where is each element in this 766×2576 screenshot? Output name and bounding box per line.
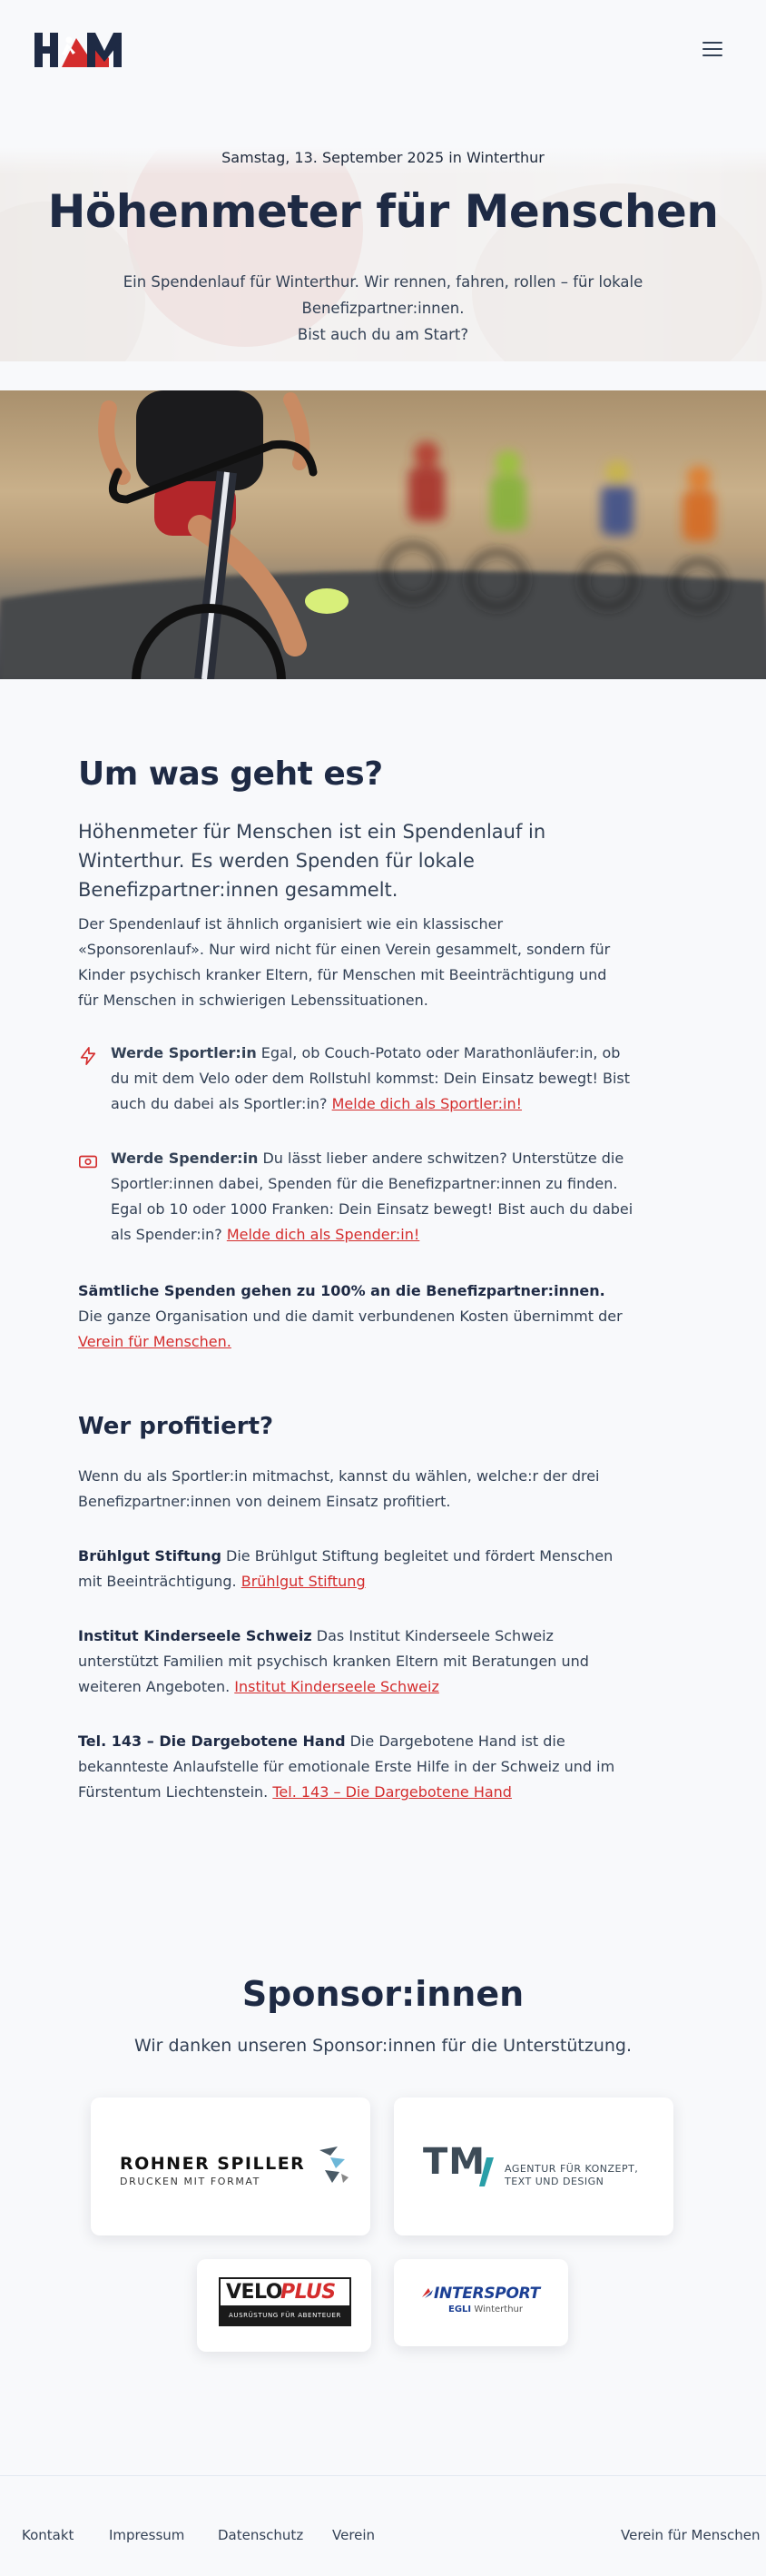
cyclists-illustration <box>0 390 766 679</box>
sponsor-card-intersport[interactable]: INTERSPORT EGLI Winterthur <box>394 2259 568 2346</box>
lightning-icon <box>80 1047 96 1065</box>
register-donor-link[interactable]: Melde dich als Spender:in! <box>227 1226 419 1243</box>
beneficiary-link-kinderseele[interactable]: Institut Kinderseele Schweiz <box>234 1678 439 1695</box>
sponsor-rohner-name: ROHNER SPILLER <box>120 2154 306 2174</box>
beneficiary-item: Institut Kinderseele Schweiz Das Institu… <box>78 1624 626 1700</box>
site-logo[interactable] <box>34 31 122 69</box>
feature-athlete: Werde Sportler:in Egal, ob Couch-Potato … <box>78 1041 630 1122</box>
beneficiary-name: Tel. 143 – Die Dargebotene Hand <box>78 1732 346 1750</box>
intersport-store: EGLI Winterthur <box>448 2305 523 2314</box>
veloplus-plus: PLUS <box>280 2281 336 2304</box>
register-athlete-link[interactable]: Melde dich als Sportler:in! <box>332 1095 522 1112</box>
page-title: Höhenmeter für Menschen <box>47 185 719 238</box>
sponsor-tm-line1: AGENTUR FÜR KONZEPT, <box>505 2163 639 2175</box>
beneficiary-link-143[interactable]: Tel. 143 – Die Dargebotene Hand <box>272 1783 512 1801</box>
about-body: Der Spendenlauf ist ähnlich organisiert … <box>78 915 611 1009</box>
about-lead: Höhenmeter für Menschen ist ein Spendenl… <box>78 821 546 901</box>
beneficiary-name: Institut Kinderseele Schweiz <box>78 1627 312 1644</box>
section-heading-about: Um was geht es? <box>78 755 383 793</box>
veloplus-logo: VELO PLUS AUSRÜSTUNG FÜR ABENTEUER <box>219 2277 351 2326</box>
site-header <box>0 0 766 100</box>
hero-subtitle-line1: Ein Spendenlauf für Winterthur. Wir renn… <box>123 273 643 317</box>
sponsor-tm-tagline: AGENTUR FÜR KONZEPT, TEXT UND DESIGN <box>505 2163 638 2188</box>
donation-note: Sämtliche Spenden gehen zu 100% an die B… <box>78 1278 626 1355</box>
footer-link-verein-fuer-menschen[interactable]: Verein für Menschen <box>621 2527 761 2543</box>
intersport-arrow-icon <box>422 2288 433 2298</box>
veloplus-wordmark: VELO PLUS <box>219 2277 351 2307</box>
feature-donor-title: Werde Spender:in <box>111 1150 259 1167</box>
rohner-spiller-logo-icon <box>319 2147 349 2183</box>
tm-slash-icon <box>479 2157 494 2186</box>
sponsor-card-tm[interactable]: TM AGENTUR FÜR KONZEPT, TEXT UND DESIGN <box>394 2097 673 2235</box>
footer-link-kontakt[interactable]: Kontakt <box>22 2527 74 2543</box>
beneficiary-item: Brühlgut Stiftung Die Brühlgut Stiftung … <box>78 1544 626 1594</box>
sponsors-subtitle: Wir danken unseren Sponsor:innen für die… <box>133 2036 633 2056</box>
hamburger-menu-icon[interactable] <box>702 42 722 58</box>
donation-note-text: Die ganze Organisation und die damit ver… <box>78 1308 623 1325</box>
hero-subtitle: Ein Spendenlauf für Winterthur. Wir renn… <box>54 269 712 348</box>
intersport-store-bold: EGLI <box>448 2305 472 2314</box>
footer-link-verein[interactable]: Verein <box>332 2527 375 2543</box>
intersport-name: INTERSPORT <box>434 2285 540 2303</box>
association-link[interactable]: Verein für Menschen. <box>78 1333 231 1350</box>
donation-note-bold: Sämtliche Spenden gehen zu 100% an die B… <box>78 1282 605 1299</box>
cyclists-photo <box>0 390 766 679</box>
intersport-store-city: Winterthur <box>474 2305 524 2314</box>
sponsor-card-rohner-spiller[interactable]: ROHNER SPILLER DRUCKEN MIT FORMAT <box>91 2097 370 2235</box>
feature-athlete-title: Werde Sportler:in <box>111 1044 257 1061</box>
event-date: Samstag, 13. September 2025 in Winterthu… <box>221 149 545 166</box>
beneficiary-item: Tel. 143 – Die Dargebotene Hand Die Darg… <box>78 1729 626 1805</box>
sponsor-tm-line2: TEXT UND DESIGN <box>505 2176 604 2187</box>
footer-link-impressum[interactable]: Impressum <box>109 2527 184 2543</box>
banknote-icon <box>79 1155 97 1169</box>
beneficiary-link-bruehlgut[interactable]: Brühlgut Stiftung <box>241 1573 366 1590</box>
veloplus-velo: VELO <box>226 2281 283 2304</box>
site-footer: Kontakt Impressum Datenschutz Verein Ver… <box>0 2475 766 2576</box>
footer-link-datenschutz[interactable]: Datenschutz <box>218 2527 303 2543</box>
section-heading-beneficiaries: Wer profitiert? <box>78 1413 274 1440</box>
veloplus-tagline: AUSRÜSTUNG FÜR ABENTEUER <box>228 2312 342 2319</box>
feature-athlete-text: Werde Sportler:in Egal, ob Couch-Potato … <box>111 1041 637 1117</box>
feature-donor: Werde Spender:in Du lässt lieber andere … <box>78 1146 633 1251</box>
sponsor-rohner-tagline: DRUCKEN MIT FORMAT <box>120 2176 260 2187</box>
feature-donor-text: Werde Spender:in Du lässt lieber andere … <box>111 1146 637 1248</box>
beneficiaries-intro: Wenn du als Sportler:in mitmachst, kanns… <box>78 1467 600 1510</box>
beneficiary-name: Brühlgut Stiftung <box>78 1547 221 1564</box>
sponsor-tm-mark: TM <box>423 2141 486 2183</box>
sponsor-card-veloplus[interactable]: VELO PLUS AUSRÜSTUNG FÜR ABENTEUER <box>197 2259 371 2352</box>
section-heading-sponsors: Sponsor:innen <box>241 1974 525 2014</box>
hero-subtitle-line2: Bist auch du am Start? <box>297 326 469 343</box>
